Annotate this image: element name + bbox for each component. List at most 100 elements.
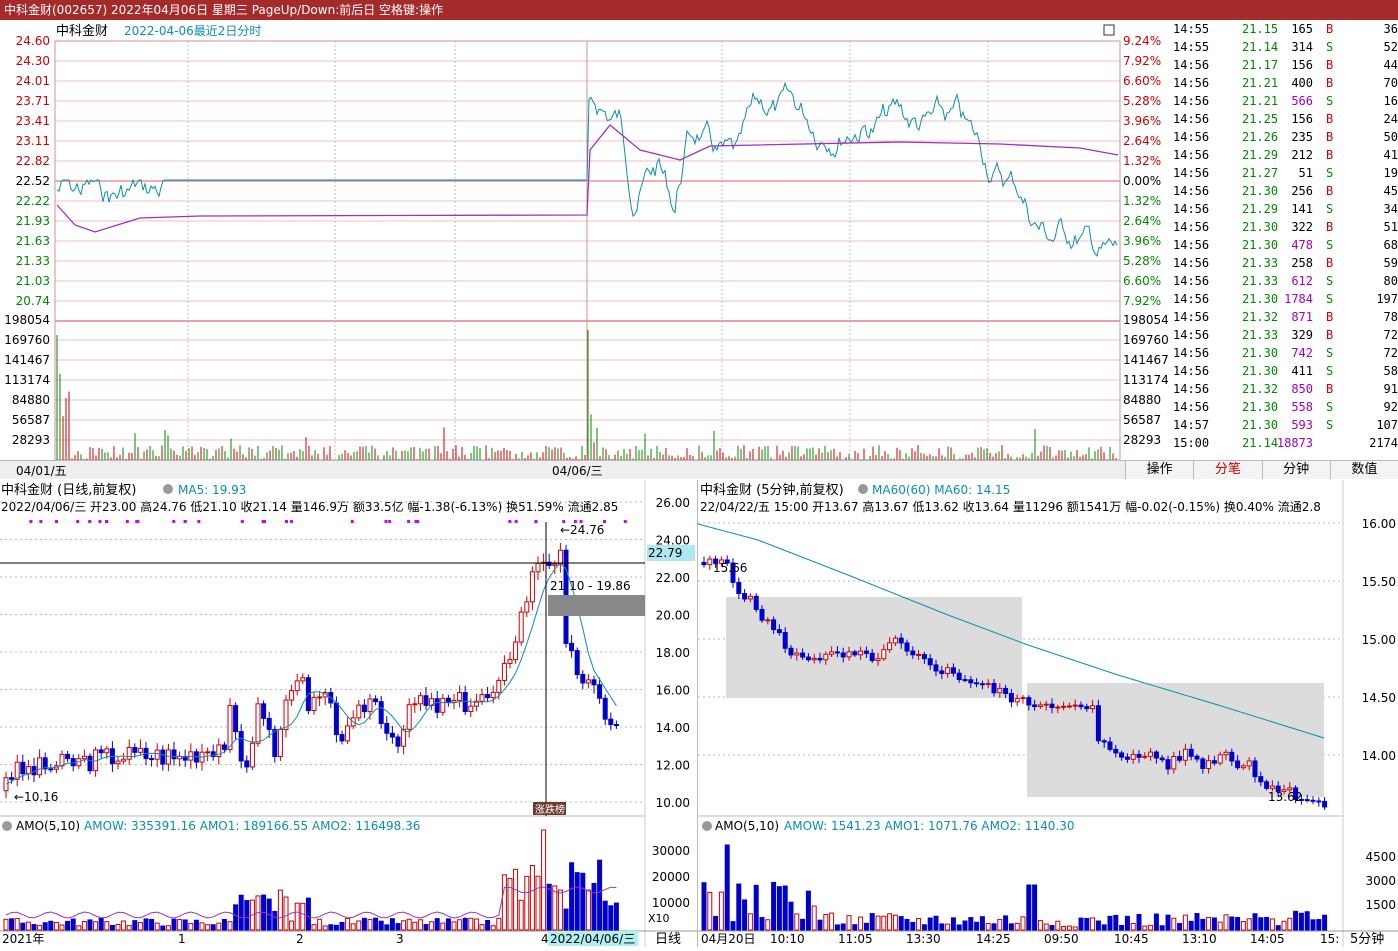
price-label: 22.22: [16, 194, 50, 208]
tick-row: 14:56 21.30 1784 S 197: [1172, 290, 1398, 308]
candle-body: [1316, 800, 1322, 803]
amo-bar: [496, 917, 502, 931]
candle-body: [1101, 740, 1107, 743]
event-marker: [562, 520, 566, 523]
candle-body: [20, 761, 26, 775]
intraday-settings-icon: [1103, 24, 1115, 36]
event-marker: [407, 520, 411, 523]
amo-bar: [76, 925, 82, 931]
y-label: 14.50: [1362, 691, 1396, 705]
tick-row: 14:56 21.30 411 S 58: [1172, 362, 1398, 380]
tick-price: 21.15: [1242, 22, 1279, 36]
amo-bar: [356, 920, 362, 931]
amo-bar: [939, 923, 945, 931]
candle-body: [811, 657, 817, 661]
price-label: 20.74: [16, 294, 50, 308]
y-label: 16.00: [656, 684, 690, 698]
tick-side: S: [1326, 94, 1334, 108]
range-box: [548, 595, 645, 616]
amo-bar: [529, 864, 535, 931]
pct-label: 3.96%: [1123, 234, 1161, 248]
amo-bar: [210, 924, 216, 931]
tick-time: 14:55: [1173, 22, 1210, 36]
tick-price: 21.30: [1242, 346, 1279, 360]
x-label: 10:10: [770, 932, 805, 946]
pct-label: 5.28%: [1123, 254, 1161, 268]
amo-bar: [244, 900, 250, 931]
amo-bar: [109, 924, 115, 931]
tick-time: 14:56: [1173, 274, 1210, 288]
tick-side: B: [1326, 184, 1334, 198]
amo-bar: [434, 918, 440, 931]
candle-body: [939, 670, 945, 674]
candle-body: [373, 698, 379, 703]
amo-bar: [188, 922, 194, 931]
tick-time: 14:55: [1173, 40, 1210, 54]
price-label: 24.60: [16, 34, 50, 48]
amo-bar: [1142, 925, 1148, 931]
tick-price: 21.30: [1242, 400, 1279, 414]
candle-body: [1304, 799, 1310, 802]
tick-volume: 256: [1291, 184, 1313, 198]
pct-label: 0.00%: [1123, 174, 1161, 188]
candle-body: [81, 755, 87, 760]
y-label: 14.00: [1362, 749, 1396, 763]
intraday-chart[interactable]: 中科金财 2022-04-06最近2日分时 24.60 9.24% 24.30 7.92%…: [0, 20, 1170, 460]
tab-operate[interactable]: 操作: [1125, 461, 1193, 479]
candle-body: [898, 637, 904, 644]
candle-body: [771, 619, 777, 631]
candle-body: [171, 749, 177, 760]
tab-values[interactable]: 数值: [1329, 461, 1398, 479]
min5-kline-panel[interactable]: 中科金财 (5分钟,前复权) MA60(60) MA60: 14.15 22/04/…: [697, 480, 1398, 947]
candle-body: [272, 728, 278, 757]
tab-ticks[interactable]: 分笔: [1193, 461, 1261, 479]
tick-row: 14:56 21.33 329 B 72: [1172, 326, 1398, 344]
amo-bar: [823, 914, 829, 931]
tick-price: 21.14: [1242, 436, 1279, 450]
tick-side: B: [1326, 76, 1334, 90]
amo-bar: [160, 925, 166, 931]
date-label-0401: 04/01/五: [16, 464, 67, 478]
event-marker: [262, 520, 266, 523]
candle-body: [266, 717, 272, 730]
amo-bar: [574, 872, 580, 931]
amo-bar: [272, 910, 278, 931]
price-label: 23.41: [16, 114, 50, 128]
price-label: 21.33: [16, 254, 50, 268]
amo-bar: [311, 924, 317, 931]
tick-list[interactable]: 14:55 21.15 165 B 36 14:55 21.14 314 S 52 14:56 21.…: [1172, 20, 1398, 460]
amo-bar: [950, 917, 956, 931]
candle-body: [869, 652, 875, 662]
amo-bar: [143, 918, 149, 931]
amo-bar: [1055, 920, 1061, 931]
amo-bar: [904, 918, 910, 931]
amo-bar: [3, 918, 9, 931]
amo-y-label: 3000: [1365, 874, 1396, 888]
amo-bar: [406, 918, 412, 931]
candle-body: [9, 777, 15, 780]
amo-bar: [1159, 925, 1165, 931]
amo-bar: [805, 890, 811, 931]
tick-price: 21.32: [1242, 310, 1279, 324]
candle-body: [238, 731, 244, 762]
candle-body: [580, 674, 586, 684]
amo-bar: [412, 921, 418, 931]
tick-price: 21.30: [1242, 184, 1279, 198]
amo-bar: [9, 918, 15, 931]
daily-kline-panel[interactable]: 中科金财 (日线,前复权) MA5: 19.93 2022/04/06/三 开23.…: [0, 480, 697, 947]
tick-price: 21.29: [1242, 148, 1279, 162]
amo-bar: [933, 915, 939, 931]
candle-body: [1026, 697, 1032, 706]
amo-bar: [1217, 921, 1223, 931]
event-marker: [183, 520, 187, 523]
amo-bar: [591, 882, 597, 931]
tick-count: 44: [1383, 58, 1398, 72]
tick-count: 78: [1383, 310, 1398, 324]
candle-body: [1043, 703, 1049, 706]
event-marker: [603, 520, 607, 523]
tick-side: B: [1326, 220, 1334, 234]
tick-side: B: [1326, 22, 1334, 36]
candle-body: [852, 651, 858, 656]
tab-minute[interactable]: 分钟: [1261, 461, 1330, 479]
amo-bar: [1066, 925, 1072, 931]
